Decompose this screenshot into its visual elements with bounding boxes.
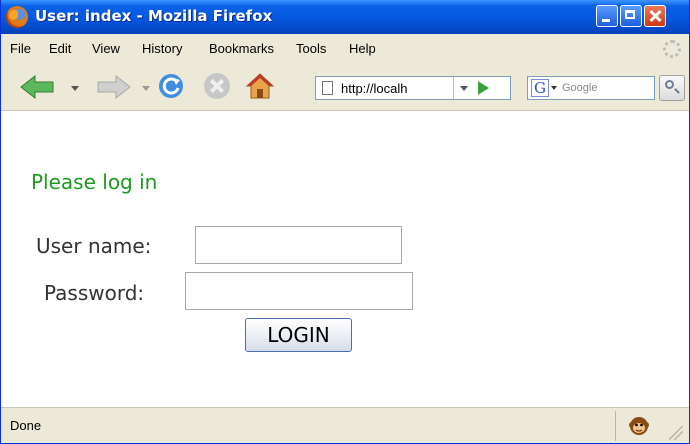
page-content: Please log in User name: Password: LOGIN <box>1 111 689 407</box>
menu-bar: File Edit View History Bookmarks Tools H… <box>1 34 689 64</box>
maximize-button[interactable] <box>620 5 642 27</box>
firefox-logo-icon <box>6 6 28 28</box>
search-placeholder[interactable]: Google <box>562 82 597 94</box>
url-history-dropdown-icon[interactable] <box>453 77 474 99</box>
url-text[interactable]: http://localh <box>341 81 408 96</box>
window-title: User: index - Mozilla Firefox <box>35 7 273 25</box>
url-bar[interactable]: http://localh <box>315 76 511 100</box>
username-label: User name: <box>36 234 152 258</box>
back-history-dropdown-icon[interactable] <box>71 86 79 91</box>
stop-icon[interactable] <box>204 73 230 99</box>
close-button[interactable] <box>644 5 666 27</box>
minimize-button[interactable] <box>596 5 618 27</box>
google-engine-icon[interactable]: G <box>531 79 549 97</box>
username-input[interactable] <box>195 226 402 264</box>
menu-bookmarks[interactable]: Bookmarks <box>209 41 274 56</box>
status-bar: Done <box>1 407 689 443</box>
resize-grip-icon[interactable] <box>669 426 683 440</box>
activity-throbber-icon <box>663 40 681 58</box>
reload-icon[interactable] <box>158 73 184 99</box>
greasemonkey-icon[interactable] <box>629 416 649 436</box>
menu-help[interactable]: Help <box>349 41 376 56</box>
forward-history-dropdown-icon[interactable] <box>142 86 150 91</box>
navigation-toolbar: http://localh G Google <box>1 64 689 111</box>
search-magnifier-icon[interactable] <box>659 75 685 101</box>
search-box[interactable]: G Google <box>527 76 655 100</box>
forward-arrow-icon[interactable] <box>96 75 132 99</box>
login-button[interactable]: LOGIN <box>245 318 352 352</box>
browser-window: User: index - Mozilla Firefox File Edit … <box>0 0 690 444</box>
home-icon[interactable] <box>246 72 274 100</box>
menu-tools[interactable]: Tools <box>296 41 326 56</box>
search-engine-dropdown-icon[interactable] <box>551 86 557 90</box>
password-label: Password: <box>44 281 145 305</box>
menu-view[interactable]: View <box>92 41 120 56</box>
title-bar[interactable]: User: index - Mozilla Firefox <box>1 0 689 34</box>
password-input[interactable] <box>185 272 413 310</box>
status-text: Done <box>10 418 42 433</box>
back-arrow-icon[interactable] <box>19 75 55 99</box>
menu-edit[interactable]: Edit <box>49 41 71 56</box>
status-divider <box>615 411 616 441</box>
menu-history[interactable]: History <box>142 41 182 56</box>
page-heading: Please log in <box>31 170 158 194</box>
page-icon <box>322 81 333 95</box>
menu-file[interactable]: File <box>10 41 31 56</box>
go-arrow-icon[interactable] <box>478 81 489 95</box>
